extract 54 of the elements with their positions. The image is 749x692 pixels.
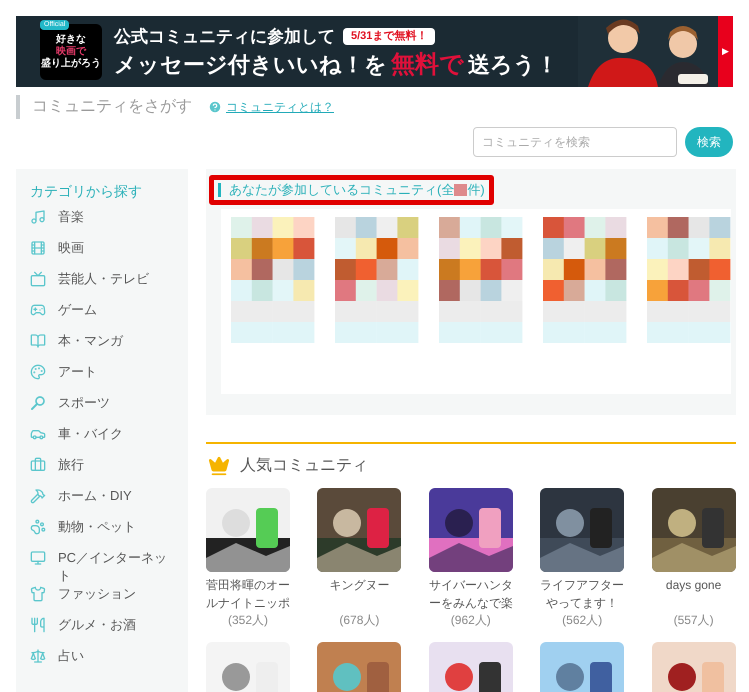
logo-text: 盛り上がろう — [41, 58, 101, 70]
hammer-icon — [30, 488, 46, 504]
banner-highlight: 無料で — [391, 51, 464, 80]
music-icon — [30, 209, 46, 225]
logo-text: 映画で — [56, 46, 86, 58]
category-link[interactable]: 芸能人・テレビ — [58, 270, 178, 288]
joined-title: 件) — [467, 181, 485, 200]
gamepad-icon — [30, 302, 46, 318]
category-link[interactable]: スポーツ — [58, 394, 178, 412]
member-count: (962人) — [450, 612, 491, 628]
member-count: (562人) — [562, 612, 602, 628]
category-link[interactable]: 車・バイク — [58, 425, 178, 443]
crown-icon — [206, 455, 232, 477]
section-title: 人気コミュニティ — [240, 456, 368, 476]
sidebar-title: カテゴリから探す — [30, 182, 143, 201]
category-link[interactable]: ホーム・DIY — [58, 487, 178, 505]
community-title[interactable]: サイバーハンターをみんなで楽 — [426, 576, 515, 612]
banner-message: 送ろう！ — [468, 51, 558, 80]
member-count: (678人) — [339, 612, 380, 628]
community-title[interactable]: days gone — [650, 576, 738, 612]
logo-text: 好きな — [56, 34, 86, 46]
tv-icon — [30, 271, 46, 287]
category-link[interactable]: PC／インターネット — [58, 549, 178, 585]
shirt-icon — [30, 586, 46, 602]
category-link[interactable]: 音楽 — [58, 208, 178, 226]
joined-title: あなたが参加しているコミュニティ(全 — [229, 181, 454, 200]
book-icon — [30, 333, 46, 349]
help-icon — [208, 100, 222, 114]
banner-message: メッセージ付きいいね！を — [114, 51, 387, 80]
monitor-icon — [30, 550, 46, 566]
film-icon — [30, 240, 46, 256]
paw-icon — [30, 519, 46, 535]
utensils-icon — [30, 617, 46, 633]
scales-icon — [30, 648, 46, 664]
search-field[interactable]: コミュニティを検索 — [473, 127, 677, 157]
category-link[interactable]: 映画 — [58, 239, 178, 257]
category-link[interactable]: ゲーム — [58, 301, 178, 319]
category-link[interactable]: 旅行 — [58, 456, 178, 474]
category-link[interactable]: グルメ・お酒 — [58, 616, 178, 634]
banner-headline: 公式コミュニティに参加して — [114, 26, 335, 48]
member-count: (352人) — [228, 612, 268, 628]
category-link[interactable]: 本・マンガ — [58, 332, 178, 350]
member-count: (557人) — [674, 612, 714, 628]
community-title[interactable]: ライフアフターやってます！ — [538, 576, 626, 612]
page-title: コミュニティをさがす — [16, 95, 192, 119]
suitcase-icon — [30, 457, 46, 473]
category-link[interactable]: 動物・ペット — [58, 518, 178, 536]
category-link[interactable]: 占い — [58, 647, 178, 665]
category-link[interactable]: ファッション — [58, 585, 178, 603]
community-title[interactable]: キングヌー — [315, 576, 404, 612]
community-title[interactable]: 菅田将暉のオールナイトニッポ — [204, 576, 292, 612]
palette-icon — [30, 364, 46, 380]
banner-tag: 5/31まで無料！ — [343, 28, 436, 45]
category-link[interactable]: アート — [58, 363, 178, 381]
